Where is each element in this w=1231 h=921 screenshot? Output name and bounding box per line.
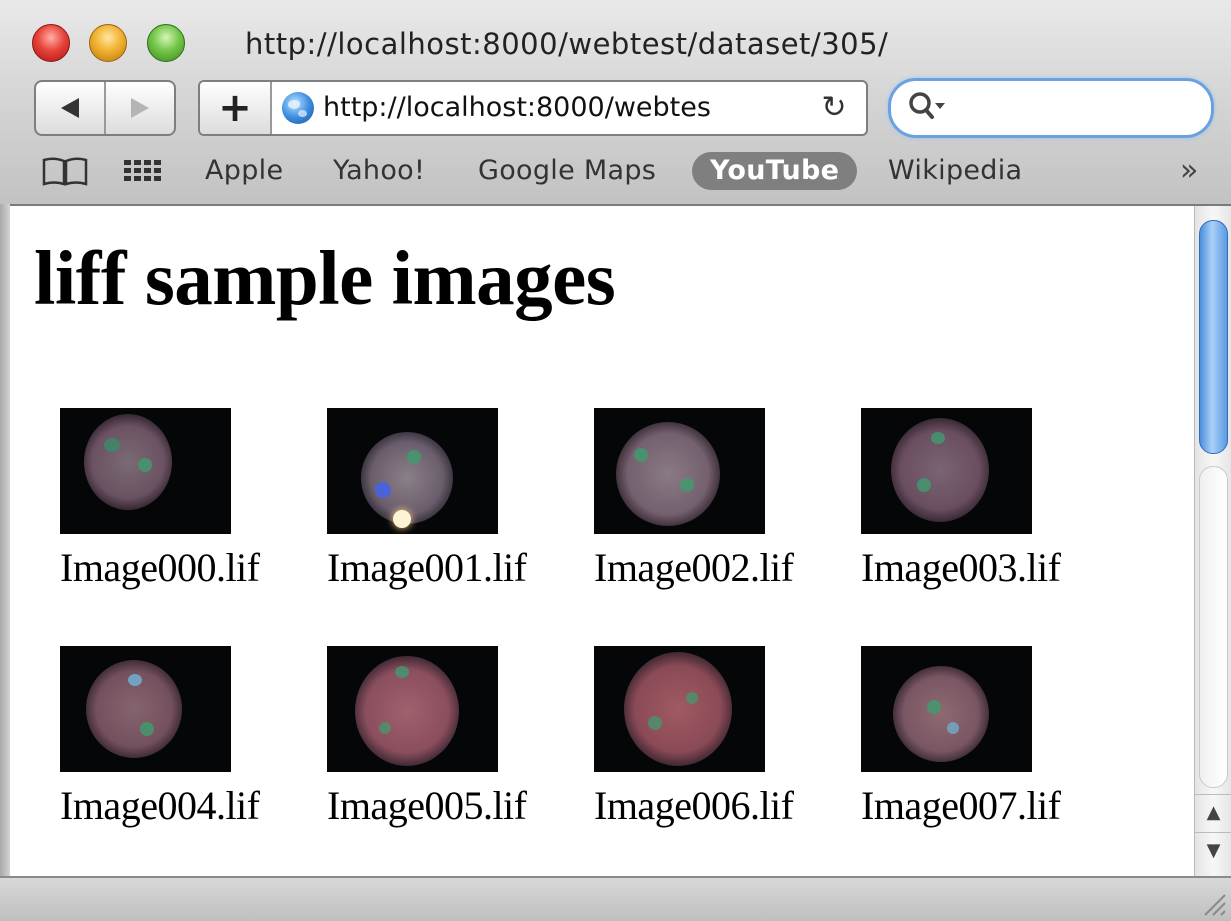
image-thumbnail[interactable] (861, 646, 1032, 772)
image-thumbnail[interactable] (327, 408, 498, 534)
page-content: liff sample images Image000.lif Image001… (10, 206, 1194, 876)
image-thumbnail[interactable] (594, 408, 765, 534)
image-link-002[interactable]: Image002.lif (594, 408, 834, 591)
image-link-003[interactable]: Image003.lif (861, 408, 1101, 591)
window-title: http://localhost:8000/webtest/dataset/30… (245, 27, 889, 61)
close-window-button[interactable] (32, 24, 70, 62)
bookmarks-bar: Apple Yahoo! Google Maps YouTube Wikiped… (0, 148, 1231, 194)
image-caption[interactable]: Image001.lif (327, 544, 567, 591)
bookmark-google-maps[interactable]: Google Maps (478, 152, 656, 190)
image-caption[interactable]: Image002.lif (594, 544, 834, 591)
status-bar (0, 876, 1231, 921)
image-link-007[interactable]: Image007.lif (861, 646, 1101, 829)
browser-window: http://localhost:8000/webtest/dataset/30… (0, 0, 1231, 921)
image-thumbnail[interactable] (60, 646, 231, 772)
search-icon (909, 92, 945, 119)
search-input[interactable] (957, 89, 1191, 127)
reload-button[interactable]: ↻ (812, 82, 856, 134)
image-link-004[interactable]: Image004.lif (60, 646, 300, 829)
image-caption[interactable]: Image003.lif (861, 544, 1101, 591)
top-sites-grid-icon[interactable] (122, 158, 164, 184)
address-bar[interactable]: + http://localhost:8000/webtes ↻ (198, 80, 868, 136)
back-arrow-icon (61, 98, 79, 118)
add-bookmark-button[interactable]: + (200, 82, 272, 134)
bookmark-wikipedia[interactable]: Wikipedia (888, 152, 1022, 190)
image-caption[interactable]: Image006.lif (594, 782, 834, 829)
scrollbar-track[interactable] (1199, 466, 1228, 788)
image-link-005[interactable]: Image005.lif (327, 646, 567, 829)
navigation-buttons (34, 80, 176, 136)
bookmark-youtube[interactable]: YouTube (692, 152, 858, 190)
image-caption[interactable]: Image000.lif (60, 544, 300, 591)
bookmark-apple[interactable]: Apple (205, 152, 283, 190)
forward-arrow-icon (131, 98, 149, 118)
image-caption[interactable]: Image007.lif (861, 782, 1101, 829)
bookmarks-book-icon[interactable] (40, 156, 90, 188)
image-thumbnail[interactable] (60, 408, 231, 534)
browser-toolbar: http://localhost:8000/webtest/dataset/30… (0, 0, 1231, 206)
page-title: liff sample images (34, 235, 616, 321)
bookmarks-overflow-button[interactable]: » (1180, 152, 1198, 190)
globe-icon (282, 92, 314, 124)
zoom-window-button[interactable] (147, 24, 185, 62)
scroll-up-button[interactable]: ▲ (1195, 794, 1231, 831)
image-thumbnail[interactable] (861, 408, 1032, 534)
minimize-window-button[interactable] (89, 24, 127, 62)
image-thumbnail[interactable] (327, 646, 498, 772)
image-caption[interactable]: Image005.lif (327, 782, 567, 829)
forward-button[interactable] (106, 82, 174, 134)
scrollbar-thumb[interactable] (1199, 220, 1228, 454)
back-button[interactable] (36, 82, 106, 134)
scroll-down-button[interactable]: ▼ (1195, 832, 1231, 869)
image-link-001[interactable]: Image001.lif (327, 408, 567, 591)
image-link-006[interactable]: Image006.lif (594, 646, 834, 829)
image-caption[interactable]: Image004.lif (60, 782, 300, 829)
image-link-000[interactable]: Image000.lif (60, 408, 300, 591)
vertical-scrollbar[interactable]: ▲ ▼ (1194, 206, 1231, 876)
url-fade-overlay (720, 86, 810, 130)
resize-grip-icon[interactable] (1199, 889, 1227, 917)
bookmark-yahoo[interactable]: Yahoo! (333, 152, 425, 190)
search-field[interactable] (888, 78, 1214, 138)
image-thumbnail[interactable] (594, 646, 765, 772)
window-frame-edge (0, 204, 10, 876)
